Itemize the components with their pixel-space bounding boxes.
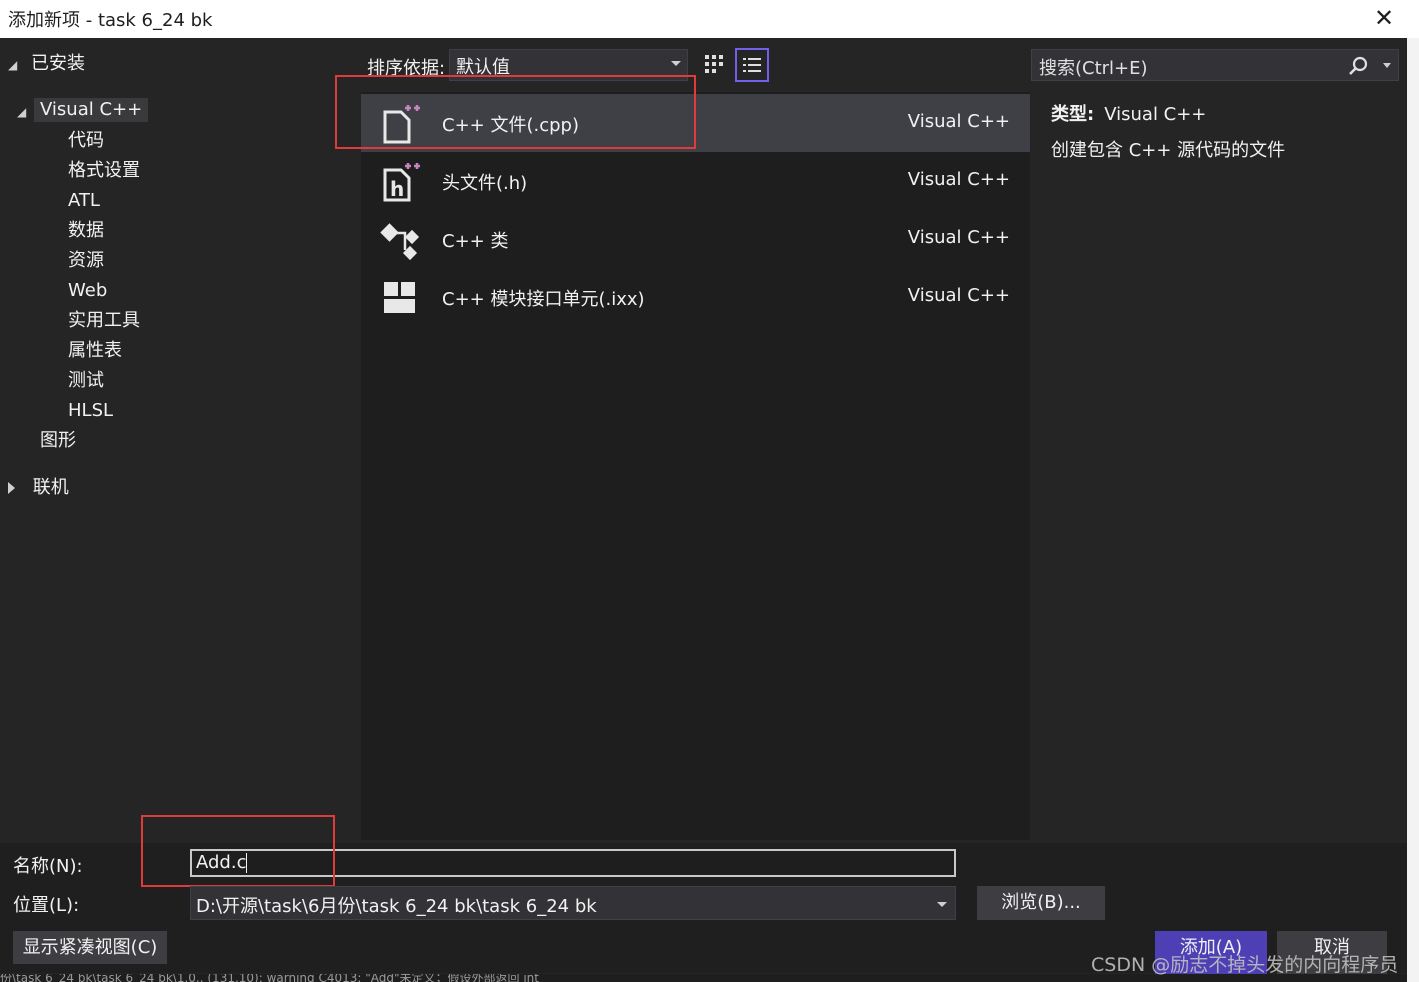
template-item-header-file[interactable]: h 头文件(.h) Visual C++	[361, 152, 1030, 210]
tree-label-online: 联机	[32, 477, 69, 498]
title-bar: 添加新项 - task 6_24 bk ✕	[0, 0, 1419, 38]
location-value: D:\开源\task\6月份\task 6_24 bk\task 6_24 bk	[196, 896, 597, 917]
expand-triangle-icon[interactable]	[8, 482, 15, 494]
tree-node-code[interactable]: 代码	[68, 129, 104, 153]
search-icon[interactable]	[1348, 56, 1368, 76]
tree-node-test[interactable]: 测试	[68, 369, 104, 393]
tree-label-installed: 已安装	[30, 53, 85, 74]
info-type: 类型: Visual C++	[1051, 100, 1206, 126]
chevron-down-icon[interactable]	[937, 902, 947, 907]
info-description: 创建包含 C++ 源代码的文件	[1051, 140, 1286, 161]
window-title: 添加新项 - task 6_24 bk	[8, 10, 213, 31]
template-item-language: Visual C++	[907, 285, 1010, 306]
module-unit-icon	[379, 276, 423, 320]
tree-node-data[interactable]: 数据	[68, 219, 104, 243]
close-icon: ✕	[1373, 4, 1395, 32]
info-type-label: 类型:	[1051, 104, 1095, 125]
tree-node-atl[interactable]: ATL	[68, 189, 100, 213]
tree-node-utilities[interactable]: 实用工具	[68, 309, 140, 333]
template-item-language: Visual C++	[907, 169, 1010, 190]
location-dropdown[interactable]: D:\开源\task\6月份\task 6_24 bk\task 6_24 bk	[190, 886, 956, 920]
header-file-icon: h	[379, 160, 423, 204]
template-item-name: C++ 类	[442, 231, 509, 252]
cpp-class-icon	[379, 218, 423, 262]
browse-button[interactable]: 浏览(B)...	[977, 886, 1105, 920]
template-item-cpp-class[interactable]: C++ 类 Visual C++	[361, 210, 1030, 268]
svg-text:h: h	[390, 177, 404, 201]
search-input[interactable]: 搜索(Ctrl+E)	[1031, 49, 1399, 81]
template-item-module-unit[interactable]: C++ 模块接口单元(.ixx) Visual C++	[361, 268, 1030, 326]
template-item-language: Visual C++	[907, 227, 1010, 248]
template-item-name: C++ 模块接口单元(.ixx)	[442, 289, 645, 310]
compact-view-button[interactable]: 显示紧凑视图(C)	[13, 931, 167, 964]
window-edge	[1407, 38, 1419, 982]
collapse-triangle-icon[interactable]: ◢	[8, 58, 17, 72]
name-label: 名称(N):	[13, 856, 83, 877]
grid-view-icon	[705, 55, 723, 73]
chevron-down-icon[interactable]	[1383, 63, 1391, 68]
tree-node-resources[interactable]: 资源	[68, 249, 104, 273]
tree-node-installed[interactable]: ◢ 已安装	[8, 52, 85, 76]
list-view-button[interactable]	[735, 48, 769, 82]
tree-node-web[interactable]: Web	[68, 279, 107, 303]
collapse-triangle-icon[interactable]: ◢	[17, 105, 26, 119]
close-button[interactable]: ✕	[1371, 4, 1397, 32]
annotation-highlight-box	[141, 815, 335, 887]
tree-node-graphics[interactable]: 图形	[40, 429, 76, 453]
grid-view-button[interactable]	[700, 49, 728, 81]
tree-node-online[interactable]: 联机	[8, 476, 69, 500]
chevron-down-icon	[671, 61, 681, 66]
tree-node-formatting[interactable]: 格式设置	[68, 159, 140, 183]
info-type-value: Visual C++	[1104, 104, 1207, 125]
tree-expander-vcpp[interactable]: ◢	[17, 99, 26, 123]
list-view-icon	[743, 58, 761, 72]
tree-node-visual-cpp[interactable]: Visual C++	[34, 98, 149, 122]
watermark: CSDN @励志不掉头发的内向程序员	[1091, 954, 1399, 976]
search-placeholder: 搜索(Ctrl+E)	[1039, 58, 1148, 79]
tree-node-hlsl[interactable]: HLSL	[68, 399, 113, 423]
annotation-highlight-box	[335, 75, 696, 149]
tree-node-property-sheets[interactable]: 属性表	[68, 339, 122, 363]
template-list: C++ 文件(.cpp) Visual C++ h 头文件(.h) Visual…	[361, 92, 1030, 840]
template-item-name: 头文件(.h)	[442, 173, 528, 194]
template-item-language: Visual C++	[907, 111, 1010, 132]
location-label: 位置(L):	[13, 895, 80, 916]
